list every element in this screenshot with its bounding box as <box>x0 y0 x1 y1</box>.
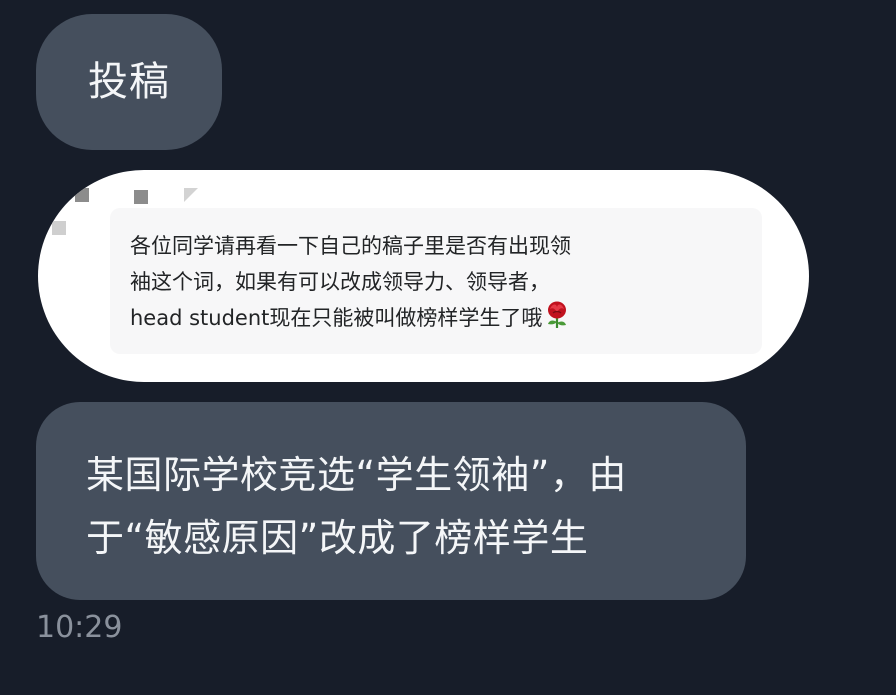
message-image-bubble[interactable]: 各位同学请再看一下自己的稿子里是否有出现领 袖这个词，如果有可以改成领导力、领导… <box>38 170 809 382</box>
note-line-1: 各位同学请再看一下自己的稿子里是否有出现领 <box>130 234 571 258</box>
note-line-3: head student现在只能被叫做榜样学生了哦 <box>130 306 543 330</box>
pixelated-blur <box>75 188 89 202</box>
main-line-2: 于“敏感原因”改成了榜样学生 <box>86 516 589 560</box>
pixelated-blur <box>52 221 66 235</box>
screenshot-note-text: 各位同学请再看一下自己的稿子里是否有出现领 袖这个词，如果有可以改成领导力、领导… <box>130 228 750 340</box>
message-timestamp: 10:29 <box>36 610 123 645</box>
message-main-text: 某国际学校竞选“学生领袖”，由 于“敏感原因”改成了榜样学生 <box>86 444 726 570</box>
rose-icon <box>544 301 570 340</box>
note-line-2: 袖这个词，如果有可以改成领导力、领导者， <box>130 270 550 294</box>
pixelated-blur <box>134 190 148 204</box>
message-bubble-title[interactable]: 投稿 <box>36 14 222 150</box>
screenshot-note-card: 各位同学请再看一下自己的稿子里是否有出现领 袖这个词，如果有可以改成领导力、领导… <box>110 208 762 354</box>
message-title-text: 投稿 <box>88 59 170 105</box>
pixelated-blur <box>184 188 198 202</box>
main-line-1: 某国际学校竞选“学生领袖”，由 <box>86 453 627 497</box>
message-bubble-main[interactable]: 某国际学校竞选“学生领袖”，由 于“敏感原因”改成了榜样学生 <box>36 402 746 600</box>
